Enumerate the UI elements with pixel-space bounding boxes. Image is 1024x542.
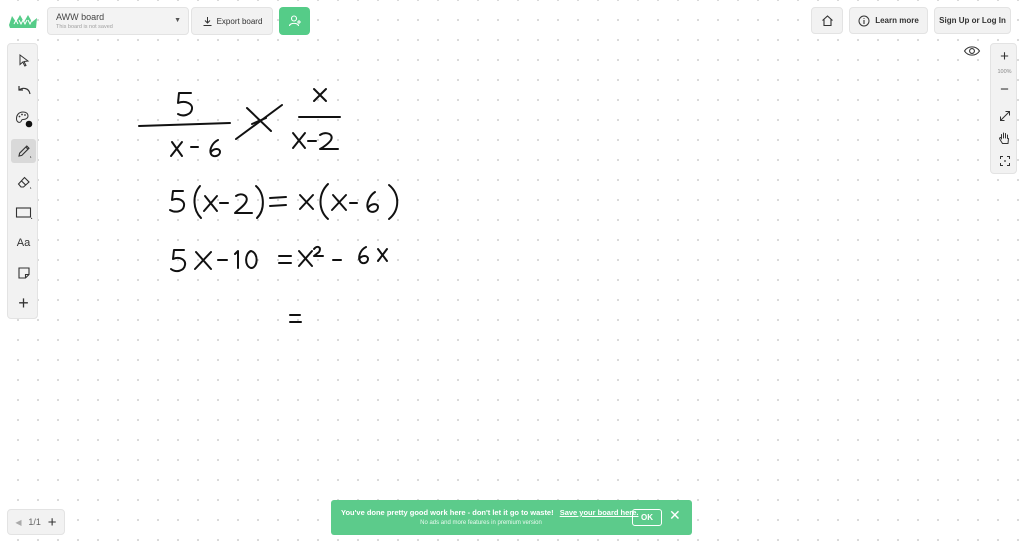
handwritten-math-drawing: [138, 88, 399, 323]
page-indicator: 1/1: [28, 517, 41, 527]
page-navigator: ◀ 1/1 +: [7, 509, 65, 535]
toast-premium-note: No ads and more features in premium vers…: [420, 520, 542, 526]
save-board-link[interactable]: Save your board here.: [560, 508, 639, 517]
save-reminder-toast: You've done pretty good work here - don'…: [331, 500, 692, 535]
toast-message-line: You've done pretty good work here - don'…: [341, 508, 638, 517]
toast-message: You've done pretty good work here - don'…: [341, 508, 554, 517]
close-icon[interactable]: ✕: [669, 508, 681, 522]
add-page-button[interactable]: +: [48, 515, 57, 530]
previous-page-button[interactable]: ◀: [15, 518, 21, 527]
ok-button[interactable]: OK: [632, 509, 662, 526]
